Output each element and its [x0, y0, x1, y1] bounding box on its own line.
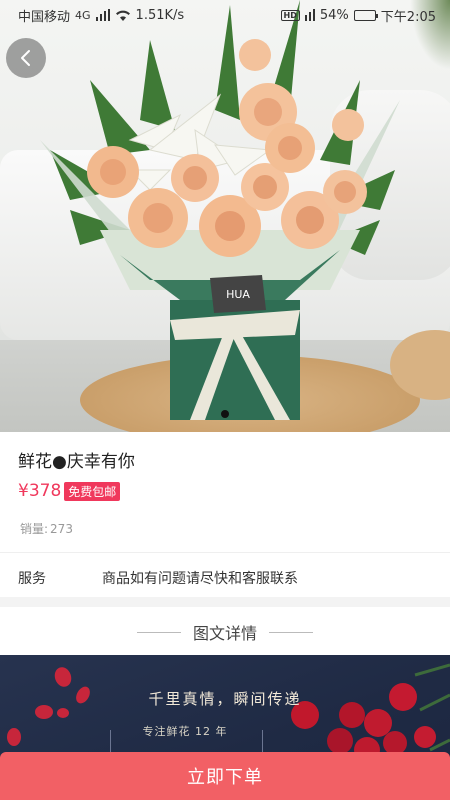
clock: 下午2:05	[380, 9, 436, 25]
product-price: ¥378	[18, 481, 62, 501]
battery-icon	[353, 9, 378, 21]
detail-header-title: 图文详情	[192, 624, 257, 643]
product-image: HUA	[0, 0, 450, 432]
bouquet-illustration: HUA	[40, 0, 400, 420]
free-shipping-badge: 免费包邮	[64, 481, 121, 501]
signal-icon	[95, 9, 110, 21]
carrier-label: 中国移动	[18, 9, 71, 25]
service-label: 服务	[18, 571, 46, 587]
network-speed: 1.51K/s	[135, 7, 185, 23]
back-button[interactable]	[6, 38, 46, 78]
signal-icon	[304, 9, 315, 21]
network-type: 4G	[75, 8, 91, 22]
detail-header-line-right	[269, 631, 313, 633]
product-image-logo: HUA	[226, 288, 250, 301]
order-now-button[interactable]: 立即下单	[0, 752, 450, 800]
banner-subtitle: 专注鲜花 12 年	[142, 725, 228, 738]
wifi-icon	[115, 10, 130, 21]
chevron-left-icon	[21, 50, 30, 66]
sales-value: 273	[50, 522, 73, 536]
divider	[0, 552, 450, 553]
sales-count: 销量: 273	[18, 520, 73, 537]
product-title: 鲜花●庆幸有你	[18, 452, 135, 472]
detail-header-line-left	[136, 631, 181, 633]
status-left: 中国移动 4G 1.51K/s	[18, 6, 184, 25]
image-pager-dot[interactable]	[221, 410, 229, 418]
sales-label: 销量:	[20, 522, 49, 536]
battery-percent: 54%	[319, 7, 349, 23]
hd-badge: HD	[280, 9, 300, 21]
banner-headline: 千里真情，瞬间传递	[148, 690, 302, 708]
section-divider	[0, 597, 450, 607]
status-bar: 中国移动 4G 1.51K/s HD 54% 下午2:05	[0, 0, 450, 30]
status-right: HD 54% 下午2:05	[280, 6, 436, 25]
detail-header: 图文详情	[0, 620, 450, 644]
price-row: ¥378 免费包邮	[18, 481, 121, 501]
service-text[interactable]: 商品如有问题请尽快和客服联系	[102, 568, 298, 588]
